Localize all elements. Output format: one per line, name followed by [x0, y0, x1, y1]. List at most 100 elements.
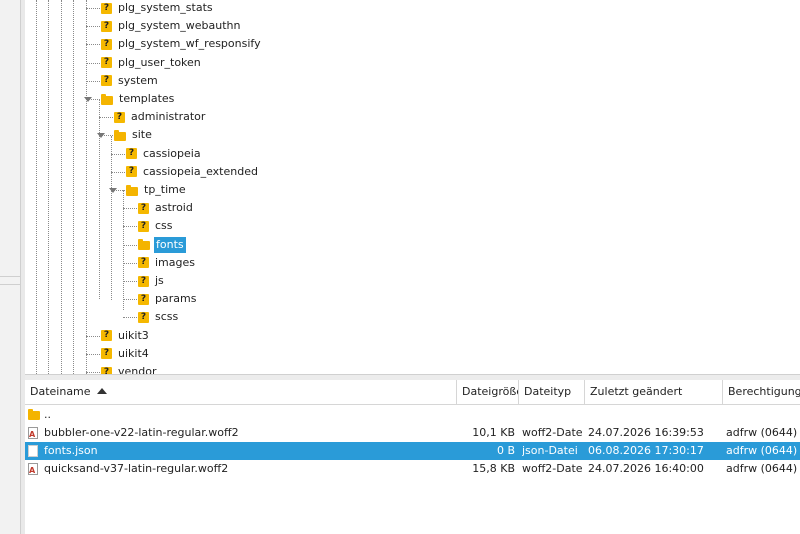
expand-toggle-icon[interactable] [109, 188, 117, 193]
tree-node-images[interactable]: ? images [138, 254, 197, 272]
folder-icon [101, 93, 113, 105]
tree-node-label: plg_system_webauthn [118, 19, 241, 33]
folder-icon [114, 129, 126, 141]
tree-node-css[interactable]: ? css [138, 217, 175, 235]
tree-node-templates[interactable]: templates [101, 90, 176, 108]
tree-node-label: cassiopeia_extended [143, 164, 258, 178]
left-pane-edge [0, 0, 20, 534]
tree-node-cassiopeia[interactable]: ? cassiopeia [126, 145, 203, 163]
sort-ascending-icon [96, 388, 107, 394]
tree-node-plg-system-wf-responsify[interactable]: ? plg_system_wf_responsify [101, 35, 263, 53]
tree-node-scss[interactable]: ? scss [138, 308, 180, 326]
file-row[interactable]: quicksand-v37-latin-regular.woff2 15,8 KB… [25, 460, 800, 480]
column-header-size-label: Dateigröße [462, 385, 519, 398]
tree-connector [99, 117, 113, 119]
tree-node-plg-system-webauthn[interactable]: ? plg_system_webauthn [101, 17, 243, 35]
tree-node-uikit3[interactable]: ? uikit3 [101, 327, 151, 345]
tree-connector [86, 8, 100, 9]
column-header-type-label: Dateityp [524, 385, 572, 398]
document-icon [28, 445, 38, 457]
column-header-name[interactable]: Dateiname [25, 380, 457, 404]
column-header-name-label: Dateiname [30, 385, 91, 398]
column-header-permissions-label: Berechtigunge [728, 385, 800, 398]
file-row[interactable]: bubbler-one-v22-latin-regular.woff2 10,1 … [25, 424, 800, 444]
column-header-size[interactable]: Dateigröße [457, 380, 519, 404]
question-icon: ? [126, 148, 137, 160]
file-modified: 06.08.2026 17:30:17 [588, 444, 704, 457]
tree-node-label: site [132, 128, 152, 142]
folder-icon [126, 184, 138, 196]
tree-node-uikit4[interactable]: ? uikit4 [101, 345, 151, 363]
tree-connector [86, 62, 100, 64]
tree-guide-line [111, 136, 112, 300]
tree-node-label: js [155, 274, 164, 287]
folder-icon [28, 409, 40, 420]
column-header-permissions[interactable]: Berechtigunge [723, 380, 800, 404]
tree-node-label: cassiopeia [143, 146, 201, 160]
tree-connector [123, 244, 137, 246]
file-size: 10,1 KB [472, 426, 515, 439]
tree-node-params[interactable]: ? params [138, 290, 198, 308]
tree-node-label: scss [155, 310, 179, 324]
tree-node-vendor[interactable]: ? vendor [101, 363, 158, 374]
tree-node-label: system [118, 73, 158, 87]
file-modified: 24.07.2026 16:40:00 [588, 462, 704, 475]
file-permissions: adfrw (0644) [726, 462, 798, 475]
file-name: bubbler-one-v22-latin-regular.woff2 [44, 426, 239, 439]
tree-node-label: uikit3 [118, 328, 149, 342]
tree-node-js[interactable]: ? js [138, 272, 166, 290]
tree-node-plg-system-stats[interactable]: ? plg_system_stats [101, 0, 215, 17]
tree-node-fonts[interactable]: fonts [138, 236, 186, 254]
file-permissions: adfrw (0644) [726, 444, 798, 457]
tree-connector [123, 317, 137, 319]
question-icon: ? [101, 20, 112, 32]
column-header-type[interactable]: Dateityp [519, 380, 585, 404]
tree-node-system[interactable]: ? system [101, 72, 160, 90]
tree-node-label: templates [119, 92, 175, 105]
tree-node-plg-user-token[interactable]: ? plg_user_token [101, 54, 203, 72]
question-icon: ? [138, 275, 149, 287]
tree-node-label: plg_system_stats [118, 1, 213, 14]
tree-connector [123, 262, 137, 264]
tree-node-label: tp_time [144, 183, 186, 196]
tree-connector [123, 299, 137, 301]
question-icon: ? [101, 348, 112, 360]
question-icon: ? [101, 366, 112, 374]
question-icon: ? [101, 38, 112, 50]
tree-connector [111, 153, 125, 155]
tree-node-label: vendor [118, 365, 157, 374]
tree-guide-line [86, 0, 87, 364]
column-header-modified[interactable]: Zuletzt geändert [585, 380, 723, 404]
tree-node-label: css [155, 219, 173, 233]
expand-toggle-icon[interactable] [97, 133, 105, 139]
file-type: json-Datei [522, 444, 578, 457]
tree-connector [111, 171, 125, 173]
tree-connector [86, 353, 100, 355]
file-type: woff2-Datei [522, 462, 582, 475]
tree-connector [86, 44, 100, 46]
tree-node-cassiopeia-extended[interactable]: ? cassiopeia_extended [126, 163, 260, 181]
file-row[interactable]: fonts.json 0 B json-Datei 06.08.2026 17:30:… [25, 442, 800, 460]
remote-directory-tree: ? plg_system_stats? plg_system_webauthn? pl… [25, 0, 800, 374]
file-size: 15,8 KB [472, 462, 515, 475]
divider [0, 276, 20, 277]
tree-node-tp-time[interactable]: tp_time [126, 181, 188, 199]
expand-toggle-icon[interactable] [84, 97, 92, 102]
question-icon: ? [138, 202, 149, 214]
font-file-icon [28, 462, 38, 480]
file-modified: 24.07.2026 16:39:53 [588, 426, 704, 439]
tree-guide-line [48, 0, 49, 374]
file-size: 0 B [496, 444, 515, 457]
tree-node-astroid[interactable]: ? astroid [138, 199, 195, 217]
tree-node-site[interactable]: site [114, 126, 154, 144]
tree-guide-line [99, 99, 100, 299]
tree-guide-line [36, 0, 37, 374]
question-icon: ? [101, 57, 112, 69]
file-list-header: Dateiname Dateigröße Dateityp Zuletzt ge… [25, 380, 800, 405]
tree-node-label: administrator [131, 110, 206, 124]
tree-node-label: fonts [154, 236, 186, 253]
file-name: fonts.json [44, 444, 98, 457]
tree-connector [86, 335, 100, 337]
parent-directory-row[interactable]: .. [25, 406, 800, 424]
tree-node-administrator[interactable]: ? administrator [114, 108, 207, 126]
